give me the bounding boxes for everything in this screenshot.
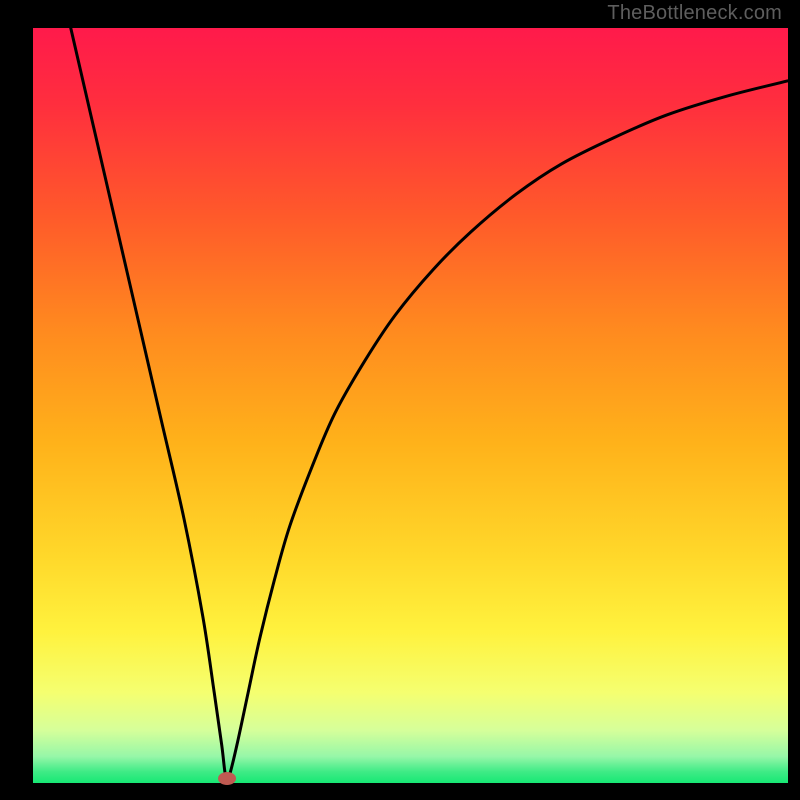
chart-frame: TheBottleneck.com [0,0,800,800]
attribution-text: TheBottleneck.com [607,2,782,25]
plot-background [33,28,788,783]
bottleneck-chart [0,0,800,800]
optimal-point-marker [218,772,236,785]
